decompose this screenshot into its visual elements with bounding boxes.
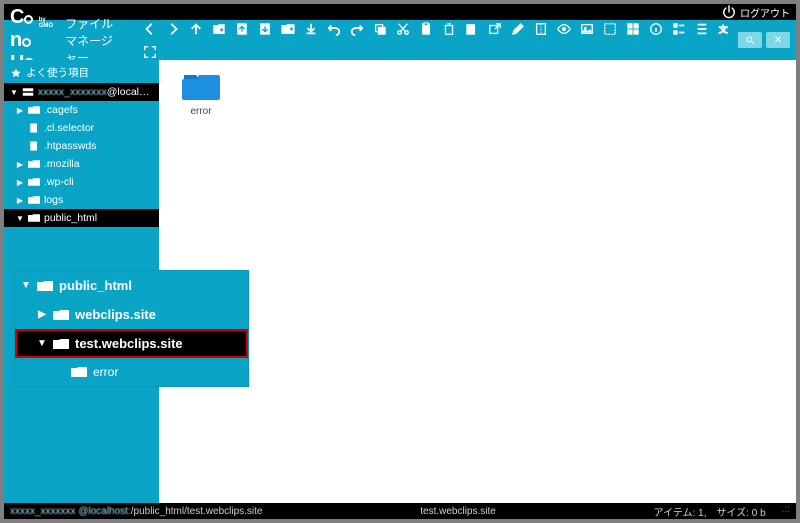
folder-icon <box>28 177 40 187</box>
power-icon <box>722 5 736 19</box>
download-icon[interactable] <box>258 22 272 36</box>
tree-popout: ▼public_html ▶webclips.site ▼test.webcli… <box>14 270 249 387</box>
download-arrow-icon[interactable] <box>304 22 318 36</box>
new-file-icon[interactable] <box>212 22 226 36</box>
folder-icon <box>28 213 40 223</box>
host-node[interactable]: ▼ xxxxx_xxxxxxx@localhost <box>4 83 159 101</box>
rename-icon[interactable] <box>465 22 479 36</box>
folder-icon <box>182 72 220 102</box>
file-icon <box>28 123 40 133</box>
folder-icon <box>53 309 69 321</box>
edit-icon[interactable] <box>511 22 525 36</box>
select-all-icon[interactable] <box>603 22 617 36</box>
folder-icon <box>28 195 40 205</box>
folder-icon <box>71 366 87 378</box>
toolbar-icons: 文 <box>143 20 732 60</box>
compress-icon[interactable] <box>534 22 548 36</box>
undo-icon[interactable] <box>327 22 341 36</box>
close-button[interactable]: ✕ <box>766 32 790 48</box>
search-area: ✕ <box>738 32 790 48</box>
new-folder-icon[interactable] <box>281 22 295 36</box>
svg-text:文: 文 <box>719 23 728 34</box>
thumbs-icon[interactable] <box>695 22 709 36</box>
status-path: xxxxx_xxxxxxx @localhost:/public_html/te… <box>10 506 262 517</box>
folder-icon <box>28 105 40 115</box>
folder-label: error <box>190 106 211 117</box>
tree-item[interactable]: ▶.wp-cli <box>4 173 159 191</box>
tree-item[interactable]: ▶logs <box>4 191 159 209</box>
tree-item[interactable]: ▶.mozilla <box>4 155 159 173</box>
tree-item[interactable]: ▼public_html <box>4 209 159 227</box>
forward-icon[interactable] <box>166 22 180 36</box>
status-size: サイズ: 0 b <box>716 504 765 519</box>
folder-item[interactable]: error <box>171 72 231 117</box>
popout-item-selected[interactable]: ▼test.webclips.site <box>15 329 248 358</box>
tree-item[interactable]: .htpasswds <box>4 137 159 155</box>
favorites-header[interactable]: よく使う項目 <box>4 62 159 83</box>
file-pane[interactable]: error <box>159 60 796 503</box>
logout-link[interactable]: ログアウト <box>740 5 790 20</box>
up-icon[interactable] <box>189 22 203 36</box>
info-icon[interactable] <box>649 22 663 36</box>
tree-item[interactable]: .cl.selector <box>4 119 159 137</box>
grid-icon[interactable] <box>626 22 640 36</box>
app-name: ファイルマネージャー <box>65 15 119 66</box>
toolbar: CnHa by GMO ファイルマネージャー <box>4 20 796 60</box>
redo-icon[interactable] <box>350 22 364 36</box>
status-items: アイテム: 1, <box>654 504 707 519</box>
cut-icon[interactable] <box>396 22 410 36</box>
back-icon[interactable] <box>143 22 157 36</box>
folder-icon <box>28 159 40 169</box>
list-icon[interactable] <box>672 22 686 36</box>
image-icon[interactable] <box>580 22 594 36</box>
upload-icon[interactable] <box>235 22 249 36</box>
language-icon[interactable]: 文 <box>718 22 732 36</box>
status-title: test.webclips.site <box>274 506 641 517</box>
popout-item[interactable]: ▼public_html <box>15 271 248 300</box>
server-icon <box>22 87 34 97</box>
popout-item[interactable]: error <box>15 358 248 386</box>
fullscreen-icon[interactable] <box>143 45 157 59</box>
paste-icon[interactable] <box>419 22 433 36</box>
search-button[interactable] <box>738 32 762 48</box>
folder-open-icon <box>53 338 69 350</box>
file-icon <box>28 141 40 151</box>
popout-item[interactable]: ▶webclips.site <box>15 300 248 329</box>
open-external-icon[interactable] <box>488 22 502 36</box>
sidebar: よく使う項目 ▼ xxxxx_xxxxxxx@localhost ▶.cagef… <box>4 60 159 503</box>
delete-icon[interactable] <box>442 22 456 36</box>
status-bar: xxxxx_xxxxxxx @localhost:/public_html/te… <box>4 503 796 519</box>
titlebar: ログアウト <box>4 4 796 20</box>
copy-icon[interactable] <box>373 22 387 36</box>
resize-grip-icon[interactable]: .:: <box>782 504 790 519</box>
star-icon <box>10 68 22 78</box>
tree-item[interactable]: ▶.cagefs <box>4 101 159 119</box>
preview-icon[interactable] <box>557 22 571 36</box>
folder-open-icon <box>37 280 53 292</box>
